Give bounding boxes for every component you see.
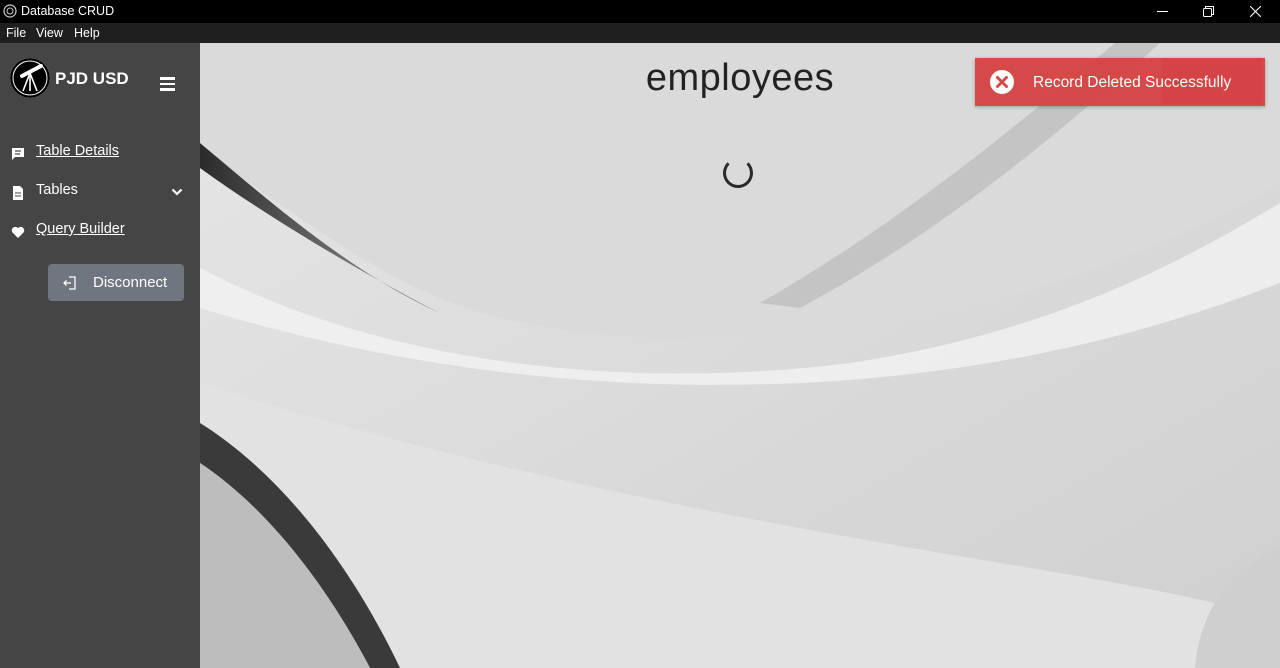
wave-background	[200, 43, 1280, 668]
menu-bar: File View Help	[0, 23, 1280, 43]
telescope-logo-icon	[10, 58, 50, 98]
menu-help[interactable]: Help	[74, 26, 100, 40]
sidebar-item-label: Query Builder	[36, 221, 125, 237]
toast-notification: Record Deleted Successfully	[975, 58, 1265, 106]
sidebar-item-table-details[interactable]: Table Details	[0, 142, 200, 166]
disconnect-button[interactable]: Disconnect	[48, 264, 184, 301]
disconnect-label: Disconnect	[93, 274, 168, 291]
minimize-icon	[1156, 11, 1168, 12]
document-icon	[13, 186, 23, 200]
minimize-button[interactable]	[1139, 0, 1185, 23]
brand-name: PJD USD	[55, 69, 129, 88]
main-content: employees ata	[200, 43, 1280, 668]
heart-icon	[11, 226, 25, 238]
title-bar: Database CRUD	[0, 0, 1280, 23]
sidebar-item-label: Table Details	[36, 143, 120, 159]
toast-message: Record Deleted Successfully	[1033, 74, 1232, 91]
hamburger-menu-icon[interactable]	[160, 77, 175, 91]
error-circle-icon[interactable]	[990, 70, 1014, 94]
logout-icon	[63, 276, 76, 290]
sidebar-item-query-builder[interactable]: Query Builder	[0, 220, 200, 244]
close-button[interactable]	[1232, 0, 1278, 23]
chevron-down-icon[interactable]	[171, 187, 183, 197]
close-icon	[1249, 6, 1261, 17]
sidebar-item-label: Tables	[36, 182, 78, 198]
window-title: Database CRUD	[21, 4, 115, 18]
restore-icon	[1202, 6, 1214, 17]
sidebar: PJD USD Table Details Tables Query Build…	[0, 43, 200, 668]
menu-view[interactable]: View	[36, 26, 63, 40]
loading-spinner-icon	[723, 158, 753, 188]
menu-file[interactable]: File	[6, 26, 26, 40]
app-icon	[3, 4, 17, 18]
sidebar-item-tables[interactable]: Tables	[0, 181, 200, 205]
restore-button[interactable]	[1185, 0, 1231, 23]
chat-icon	[12, 148, 24, 160]
